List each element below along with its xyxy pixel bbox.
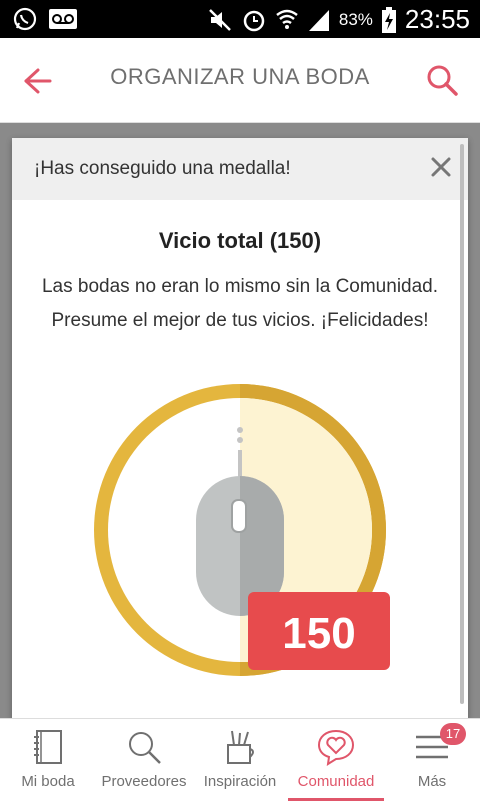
- dialog-header: ¡Has conseguido una medalla!: [12, 138, 468, 200]
- nav-item-inspiracion[interactable]: Inspiración: [192, 719, 288, 801]
- clock: 23:55: [404, 4, 470, 34]
- nav-label: Comunidad: [297, 773, 375, 790]
- medal-image: 150: [94, 384, 390, 676]
- nav-label: Proveedores: [101, 773, 187, 790]
- medal-title: Vicio total (150): [158, 228, 322, 253]
- pencil-cup-icon: [227, 730, 254, 764]
- nav-item-mas[interactable]: 17 Más: [384, 719, 480, 801]
- medal-count: 150: [282, 609, 355, 658]
- alarm-icon: [243, 10, 265, 31]
- medal-dialog: ¡Has conseguido una medalla! Vicio total…: [12, 138, 468, 720]
- wifi-icon: [276, 9, 298, 29]
- dialog-header-title: ¡Has conseguido una medalla!: [34, 158, 291, 179]
- notebook-icon: [34, 730, 62, 764]
- notification-badge: 17: [440, 723, 466, 745]
- nav-label: Inspiración: [203, 773, 277, 790]
- signal-icon: [308, 9, 329, 31]
- whatsapp-icon: [13, 7, 37, 31]
- page-title: ORGANIZAR UNA BODA: [110, 64, 370, 89]
- nav-label: Mi boda: [21, 773, 75, 790]
- battery-charging-icon: [381, 6, 396, 33]
- heart-bubble-icon: [317, 729, 355, 766]
- battery-percent: 83%: [338, 9, 373, 29]
- medal-description: Las bodas no eran lo mismo sin la Comuni…: [41, 276, 439, 331]
- nav-item-proveedores[interactable]: Proveedores: [96, 719, 192, 801]
- nav-item-comunidad[interactable]: Comunidad: [288, 719, 384, 801]
- search-icon: [129, 732, 161, 764]
- status-bar: 83% 23:55: [0, 0, 480, 38]
- bottom-nav: Mi boda Proveedores Inspiración Comunida…: [0, 718, 480, 801]
- search-icon[interactable]: [424, 62, 460, 98]
- nav-item-mi-boda[interactable]: Mi boda: [0, 719, 96, 801]
- app-header: ORGANIZAR UNA BODA: [0, 38, 480, 123]
- mute-icon: [209, 8, 231, 31]
- nav-label: Más: [417, 773, 447, 790]
- voicemail-icon: [49, 9, 77, 29]
- close-icon[interactable]: [430, 156, 452, 178]
